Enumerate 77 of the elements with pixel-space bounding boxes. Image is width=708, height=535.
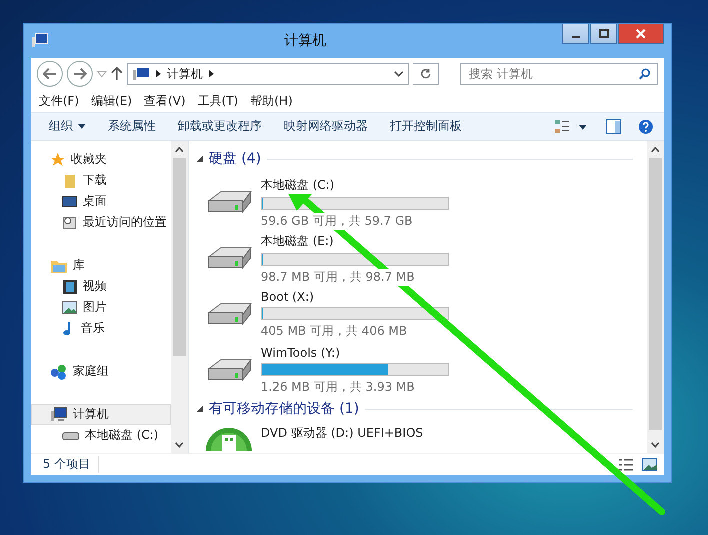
group-header[interactable]: 硬盘 (4) [209,150,262,168]
computer-icon [31,33,49,49]
homegroup-icon [50,364,68,380]
nav-item[interactable]: 最近访问的位置 [31,212,171,233]
item-count: 5 个项目 [43,456,100,473]
drive-item[interactable]: Boot (X:) 405 MB 可用，共 406 MB [197,287,633,343]
preview-pane-icon[interactable] [606,118,622,134]
close-button[interactable] [618,24,664,44]
left-arrow-icon [43,68,57,80]
maximize-icon [598,28,608,38]
menu-item[interactable]: 文件(F) [35,92,84,110]
scroll-down-icon[interactable] [175,442,184,448]
menu-item[interactable]: 帮助(H) [246,92,297,110]
caret-icon [78,124,86,129]
toolbar-button[interactable]: 打开控制面板 [390,118,462,135]
toolbar-button[interactable]: 组织 [49,118,86,135]
nav-item[interactable]: 图片 [31,297,171,318]
toolbar-button[interactable]: 系统属性 [108,118,156,135]
window-title: 计算机 [284,32,328,50]
monitor-icon [62,194,78,208]
picture-icon [62,300,78,314]
drive-item[interactable]: 本地磁盘 (E:) 98.7 MB 可用，共 98.7 MB [197,231,633,287]
chevron-down-icon[interactable] [394,71,404,77]
menu-item[interactable]: 查看(V) [140,92,190,110]
folder-icon [62,172,78,188]
search-field[interactable]: 搜索 计算机 [460,63,658,85]
scroll-thumb[interactable] [173,158,186,356]
computer-icon [50,406,68,422]
scroll-down-icon[interactable] [651,442,660,448]
film-icon [62,278,78,294]
nav-item[interactable]: 视频 [31,276,171,297]
scroll-thumb[interactable] [649,158,662,430]
star-icon [50,152,66,168]
drive-item[interactable]: WimTools (Y:) 1.26 MB 可用，共 3.93 MB [197,343,633,399]
drive-icon [62,430,80,442]
nav-item[interactable]: 计算机 [31,404,171,425]
nav-item[interactable]: 桌面 [31,191,171,212]
drive-item[interactable]: 本地磁盘 (C:) 59.6 GB 可用，共 59.7 GB [197,175,633,231]
toolbar-button[interactable]: 映射网络驱动器 [284,118,368,135]
minimize-icon [572,36,580,38]
caret-icon [209,70,214,78]
minimize-button[interactable] [562,24,589,44]
breadcrumb[interactable]: 计算机 [167,66,203,82]
group-header[interactable]: 有可移动存储的设备 (1) [209,400,360,418]
nav-item[interactable]: 本地磁盘 (C:) [31,425,171,446]
menu-item[interactable]: 工具(T) [194,92,242,110]
right-arrow-icon [73,68,87,80]
drive-item[interactable]: DVD 驱动器 (D:) UEFI+BIOS [197,425,633,451]
nav-item[interactable]: 音乐 [31,318,171,339]
maximize-button[interactable] [590,24,617,44]
nav-item[interactable]: 家庭组 [31,361,171,382]
nav-item[interactable]: 下载 [31,170,171,191]
nav-item[interactable]: 收藏夹 [31,149,171,170]
toolbar-button[interactable]: 卸载或更改程序 [178,118,262,135]
scrollbar[interactable] [647,141,664,453]
help-icon[interactable] [638,118,654,134]
scrollbar[interactable] [171,141,188,453]
computer-icon [132,67,150,81]
refresh-button[interactable] [413,63,439,85]
details-view-icon[interactable] [618,458,634,472]
nav-item[interactable]: 库 [31,255,171,276]
scroll-up-icon[interactable] [175,146,184,152]
search-icon[interactable] [639,68,651,80]
address-bar[interactable]: 计算机 [127,63,409,85]
large-icons-view-icon[interactable] [642,458,658,472]
collapse-triangle-icon[interactable] [197,406,203,412]
refresh-icon [420,68,432,80]
scroll-up-icon[interactable] [651,146,660,152]
caret-icon [156,70,161,78]
forward-button[interactable] [67,61,93,87]
collapse-triangle-icon[interactable] [197,156,203,162]
close-icon [635,28,647,38]
back-button[interactable] [37,61,63,87]
menu-item[interactable]: 编辑(E) [87,92,136,110]
view-options-icon[interactable] [554,118,590,134]
up-arrow-icon[interactable] [111,67,123,81]
usb-drive-icon [205,425,253,451]
